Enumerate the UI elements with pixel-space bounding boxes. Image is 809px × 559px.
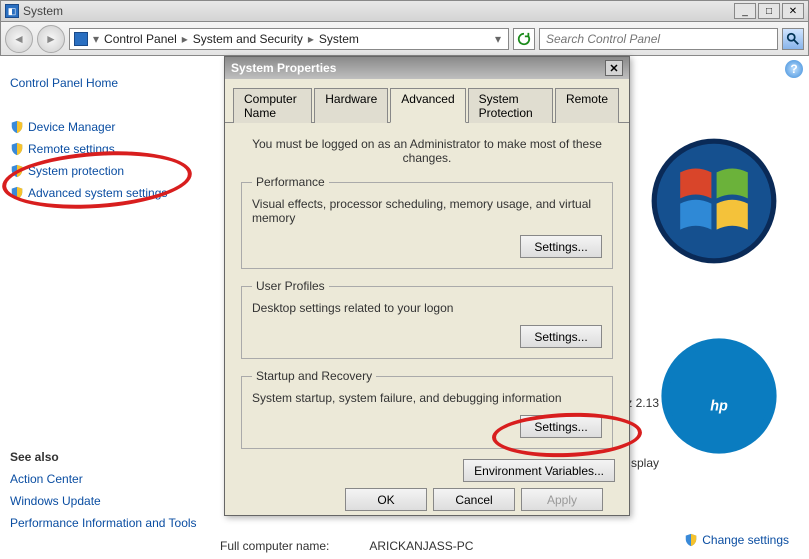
full-computer-name-value: ARICKANJASS-PC bbox=[369, 539, 473, 553]
back-button[interactable]: ◄ bbox=[5, 25, 33, 53]
performance-settings-button[interactable]: Settings... bbox=[520, 235, 602, 258]
sidebar: Control Panel Home Device Manager Remote… bbox=[0, 56, 210, 559]
startup-recovery-group: Startup and Recovery System startup, sys… bbox=[241, 369, 613, 449]
shield-icon bbox=[684, 533, 698, 547]
startup-settings-button[interactable]: Settings... bbox=[520, 415, 602, 438]
performance-legend: Performance bbox=[252, 175, 329, 189]
address-bar[interactable]: ▾ Control Panel ▸ System and Security ▸ … bbox=[69, 28, 509, 50]
breadcrumb-item[interactable]: System bbox=[319, 32, 359, 46]
user-profiles-legend: User Profiles bbox=[252, 279, 329, 293]
hp-logo: hp bbox=[659, 336, 779, 459]
windows-logo bbox=[649, 136, 779, 269]
apply-button[interactable]: Apply bbox=[521, 488, 603, 511]
sidebar-item-label: Advanced system settings bbox=[28, 186, 167, 200]
see-also-heading: See also bbox=[10, 450, 200, 464]
shield-icon bbox=[10, 186, 24, 200]
window-titlebar: ◧ System _ □ ✕ bbox=[0, 0, 809, 22]
search-button[interactable] bbox=[782, 28, 804, 50]
see-also-performance-info[interactable]: Performance Information and Tools bbox=[10, 516, 200, 530]
search-input[interactable] bbox=[544, 31, 773, 47]
ok-button[interactable]: OK bbox=[345, 488, 427, 511]
performance-desc: Visual effects, processor scheduling, me… bbox=[252, 197, 602, 225]
dialog-title: System Properties bbox=[231, 61, 336, 75]
cancel-button[interactable]: Cancel bbox=[433, 488, 515, 511]
admin-note: You must be logged on as an Administrato… bbox=[239, 137, 615, 165]
breadcrumb-sep-icon: ▸ bbox=[179, 32, 191, 46]
tab-remote[interactable]: Remote bbox=[555, 88, 619, 123]
breadcrumb-item[interactable]: System and Security bbox=[193, 32, 303, 46]
forward-button[interactable]: ► bbox=[37, 25, 65, 53]
help-icon[interactable]: ? bbox=[785, 60, 803, 78]
system-properties-dialog: System Properties ✕ Computer Name Hardwa… bbox=[224, 56, 630, 516]
sidebar-item-remote-settings[interactable]: Remote settings bbox=[10, 142, 200, 156]
tab-strip: Computer Name Hardware Advanced System P… bbox=[225, 79, 629, 123]
see-also-action-center[interactable]: Action Center bbox=[10, 472, 200, 486]
address-dropdown-icon[interactable]: ▾ bbox=[492, 32, 504, 46]
dialog-close-button[interactable]: ✕ bbox=[605, 60, 623, 76]
sidebar-item-system-protection[interactable]: System protection bbox=[10, 164, 200, 178]
sidebar-item-label: Device Manager bbox=[28, 120, 115, 134]
location-icon bbox=[74, 32, 88, 46]
window-title: System bbox=[23, 4, 63, 18]
see-also-windows-update[interactable]: Windows Update bbox=[10, 494, 200, 508]
maximize-button[interactable]: □ bbox=[758, 3, 780, 19]
close-button[interactable]: ✕ bbox=[782, 3, 804, 19]
sidebar-item-advanced-system-settings[interactable]: Advanced system settings bbox=[10, 186, 200, 200]
display-text-fragment: splay bbox=[631, 456, 659, 470]
navigation-bar: ◄ ► ▾ Control Panel ▸ System and Securit… bbox=[0, 22, 809, 56]
control-panel-home-link[interactable]: Control Panel Home bbox=[10, 76, 200, 90]
shield-icon bbox=[10, 120, 24, 134]
tab-computer-name[interactable]: Computer Name bbox=[233, 88, 312, 123]
svg-text:hp: hp bbox=[710, 398, 728, 414]
search-box[interactable] bbox=[539, 28, 778, 50]
breadcrumb-sep-icon: ▸ bbox=[305, 32, 317, 46]
breadcrumb-item[interactable]: Control Panel bbox=[104, 32, 177, 46]
change-settings-link[interactable]: Change settings bbox=[684, 533, 789, 547]
shield-icon bbox=[10, 142, 24, 156]
user-profiles-settings-button[interactable]: Settings... bbox=[520, 325, 602, 348]
sidebar-item-label: Remote settings bbox=[28, 142, 115, 156]
shield-icon bbox=[10, 164, 24, 178]
sidebar-item-device-manager[interactable]: Device Manager bbox=[10, 120, 200, 134]
startup-legend: Startup and Recovery bbox=[252, 369, 376, 383]
sidebar-item-label: System protection bbox=[28, 164, 124, 178]
tab-system-protection[interactable]: System Protection bbox=[468, 88, 553, 123]
refresh-button[interactable] bbox=[513, 28, 535, 50]
tab-hardware[interactable]: Hardware bbox=[314, 88, 388, 123]
minimize-button[interactable]: _ bbox=[734, 3, 756, 19]
startup-desc: System startup, system failure, and debu… bbox=[252, 391, 602, 405]
tab-advanced[interactable]: Advanced bbox=[390, 88, 465, 123]
system-icon: ◧ bbox=[5, 4, 19, 18]
full-computer-name-label: Full computer name: bbox=[220, 539, 329, 553]
dialog-titlebar: System Properties ✕ bbox=[225, 57, 629, 79]
environment-variables-button[interactable]: Environment Variables... bbox=[463, 459, 615, 482]
user-profiles-desc: Desktop settings related to your logon bbox=[252, 301, 602, 315]
performance-group: Performance Visual effects, processor sc… bbox=[241, 175, 613, 269]
user-profiles-group: User Profiles Desktop settings related t… bbox=[241, 279, 613, 359]
